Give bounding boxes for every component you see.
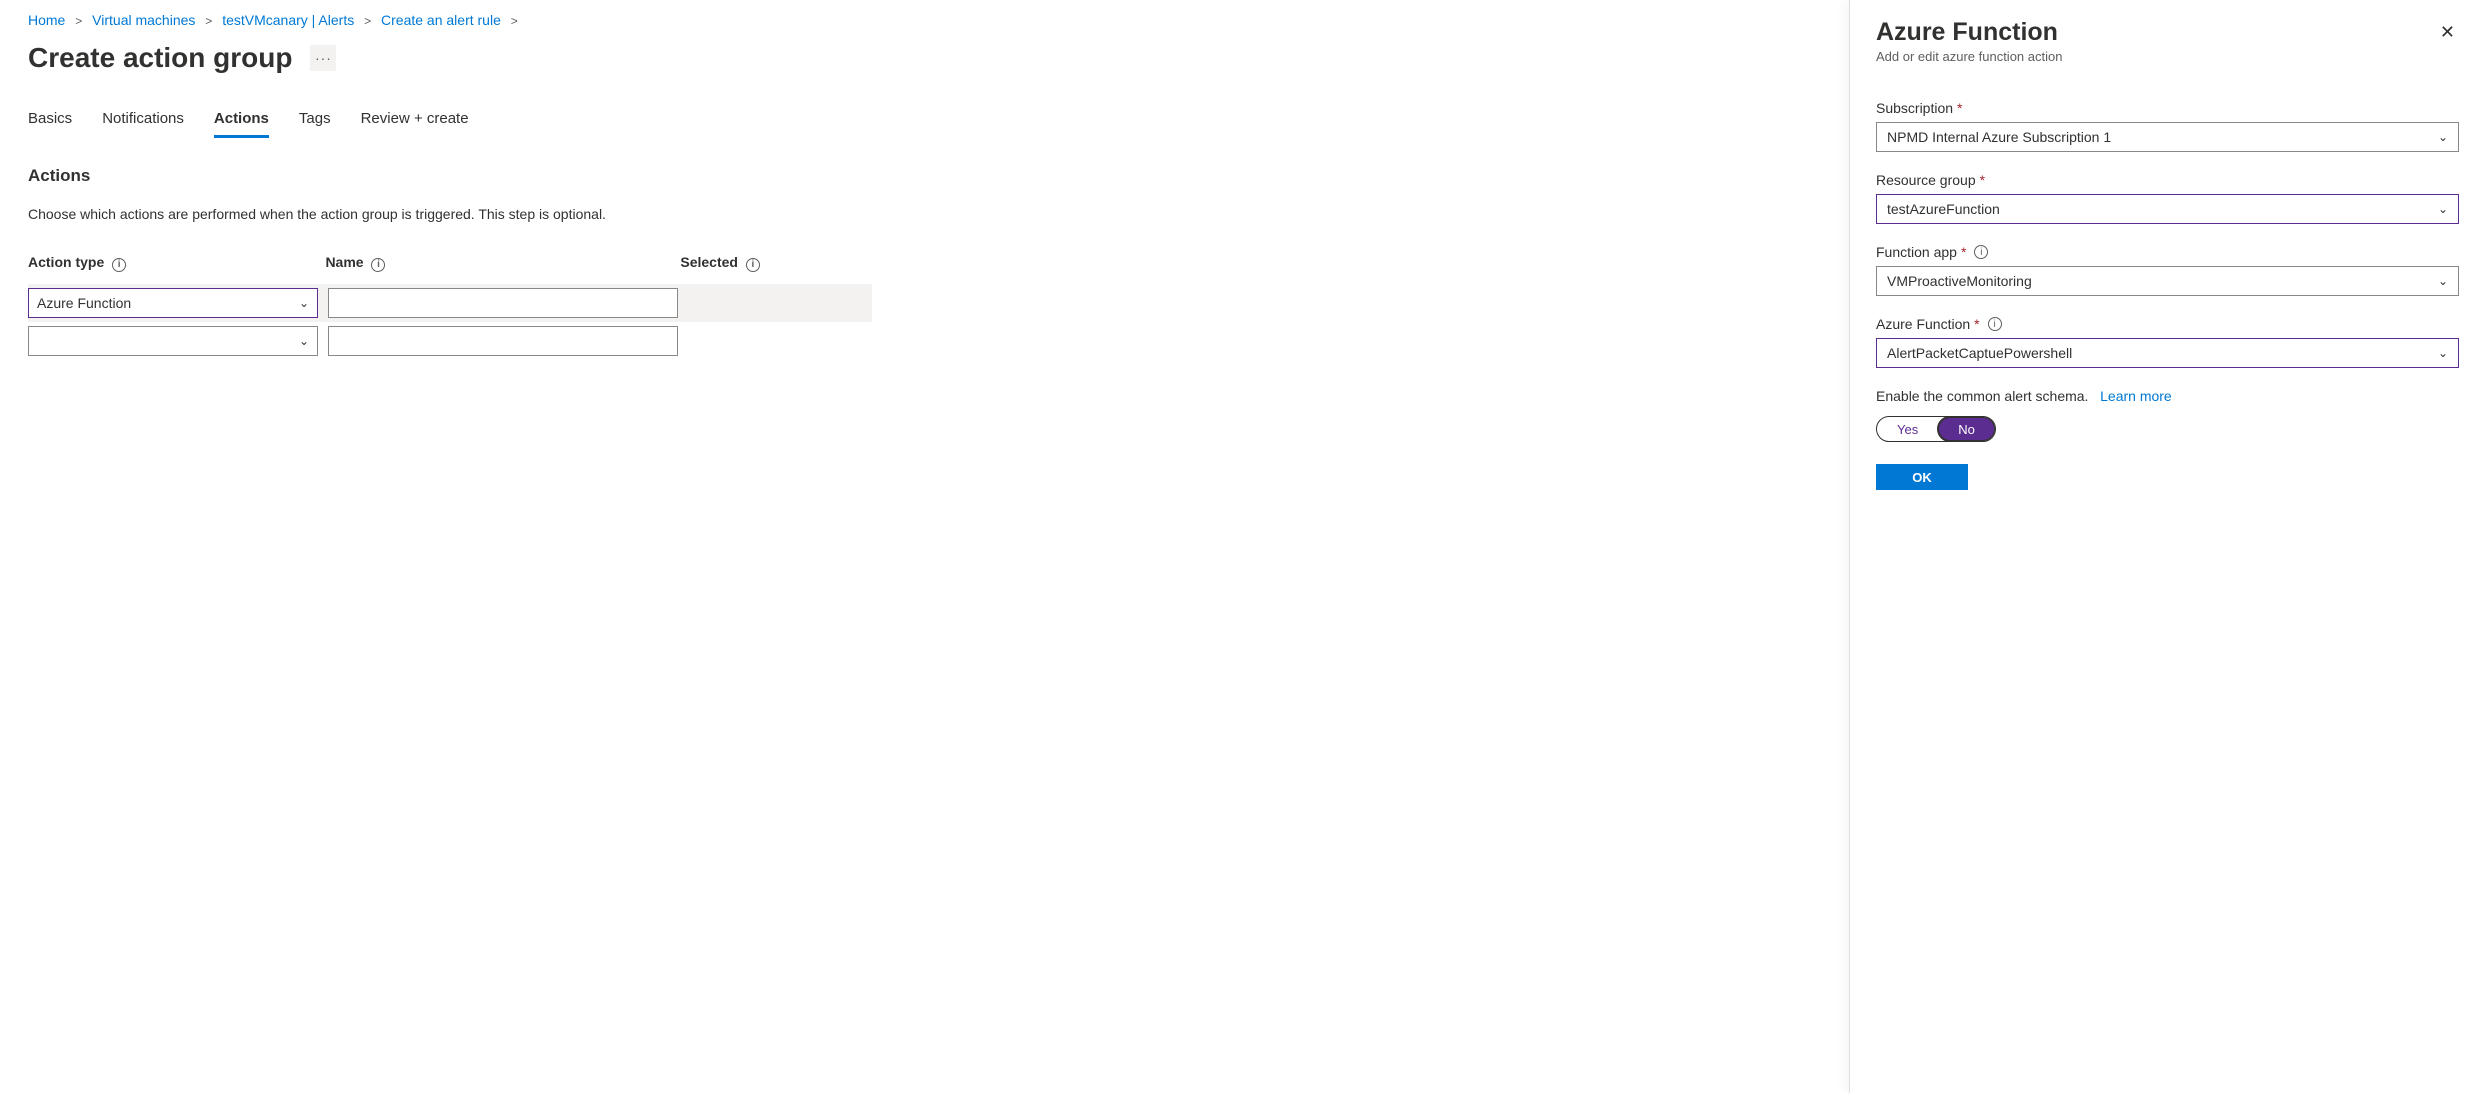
tab-basics[interactable]: Basics [28,110,72,138]
panel-title: Azure Function [1876,18,2062,47]
common-schema-text: Enable the common alert schema. [1876,388,2088,404]
tab-tags[interactable]: Tags [299,110,331,138]
tabs: Basics Notifications Actions Tags Review… [28,110,872,138]
breadcrumb: Home > Virtual machines > testVMcanary |… [28,12,872,28]
breadcrumb-create-alert-rule[interactable]: Create an alert rule [381,12,501,28]
chevron-down-icon: ⌄ [2438,202,2448,216]
ok-button[interactable]: OK [1876,464,1968,490]
action-name-input[interactable] [328,288,678,318]
more-button[interactable]: ··· [310,45,336,71]
close-icon[interactable]: ✕ [2436,18,2459,47]
section-description: Choose which actions are performed when … [28,206,872,222]
chevron-right-icon: > [511,14,518,28]
learn-more-link[interactable]: Learn more [2100,388,2172,404]
tab-actions[interactable]: Actions [214,110,269,138]
chevron-right-icon: > [205,14,212,28]
dropdown-value: AlertPacketCaptuePowershell [1887,345,2072,361]
table-header-row: Action type i Name i Selected i [28,254,872,272]
page-title: Create action group [28,42,292,74]
tab-notifications[interactable]: Notifications [102,110,184,138]
breadcrumb-virtual-machines[interactable]: Virtual machines [92,12,195,28]
subscription-label: Subscription [1876,100,1953,116]
action-type-dropdown[interactable]: ⌄ [28,326,318,356]
action-type-dropdown[interactable]: Azure Function ⌄ [28,288,318,318]
azure-function-panel: Azure Function Add or edit azure functio… [1849,0,2485,1093]
info-icon[interactable]: i [112,258,126,272]
info-icon[interactable]: i [1988,317,2002,331]
chevron-down-icon: ⌄ [299,296,309,310]
dropdown-value: VMProactiveMonitoring [1887,273,2032,289]
dropdown-value: Azure Function [37,295,131,311]
toggle-no[interactable]: No [1938,417,1995,441]
toggle-yes[interactable]: Yes [1877,417,1938,441]
chevron-down-icon: ⌄ [2438,346,2448,360]
section-heading: Actions [28,166,872,186]
function-app-dropdown[interactable]: VMProactiveMonitoring ⌄ [1876,266,2459,296]
resource-group-label: Resource group [1876,172,1976,188]
required-asterisk: * [1974,316,1979,332]
required-asterisk: * [1961,244,1966,260]
col-header-type: Action type [28,254,104,270]
table-row: Azure Function ⌄ [28,284,872,322]
tab-review-create[interactable]: Review + create [361,110,469,138]
resource-group-dropdown[interactable]: testAzureFunction ⌄ [1876,194,2459,224]
chevron-down-icon: ⌄ [2438,274,2448,288]
col-header-selected: Selected [680,254,738,270]
common-schema-toggle[interactable]: Yes No [1876,416,1996,442]
chevron-right-icon: > [364,14,371,28]
info-icon[interactable]: i [371,258,385,272]
azure-function-label: Azure Function [1876,316,1970,332]
breadcrumb-vm-alerts[interactable]: testVMcanary | Alerts [222,12,354,28]
chevron-right-icon: > [75,14,82,28]
col-header-name: Name [325,254,363,270]
subscription-dropdown[interactable]: NPMD Internal Azure Subscription 1 ⌄ [1876,122,2459,152]
panel-subtitle: Add or edit azure function action [1876,49,2062,64]
chevron-down-icon: ⌄ [2438,130,2448,144]
info-icon[interactable]: i [1974,245,1988,259]
table-row: ⌄ [28,322,872,360]
breadcrumb-home[interactable]: Home [28,12,65,28]
function-app-label: Function app [1876,244,1957,260]
action-name-input[interactable] [328,326,678,356]
ellipsis-icon: ··· [315,50,332,66]
dropdown-value: testAzureFunction [1887,201,2000,217]
chevron-down-icon: ⌄ [299,334,309,348]
azure-function-dropdown[interactable]: AlertPacketCaptuePowershell ⌄ [1876,338,2459,368]
required-asterisk: * [1957,100,1962,116]
required-asterisk: * [1980,172,1985,188]
info-icon[interactable]: i [746,258,760,272]
dropdown-value: NPMD Internal Azure Subscription 1 [1887,129,2111,145]
